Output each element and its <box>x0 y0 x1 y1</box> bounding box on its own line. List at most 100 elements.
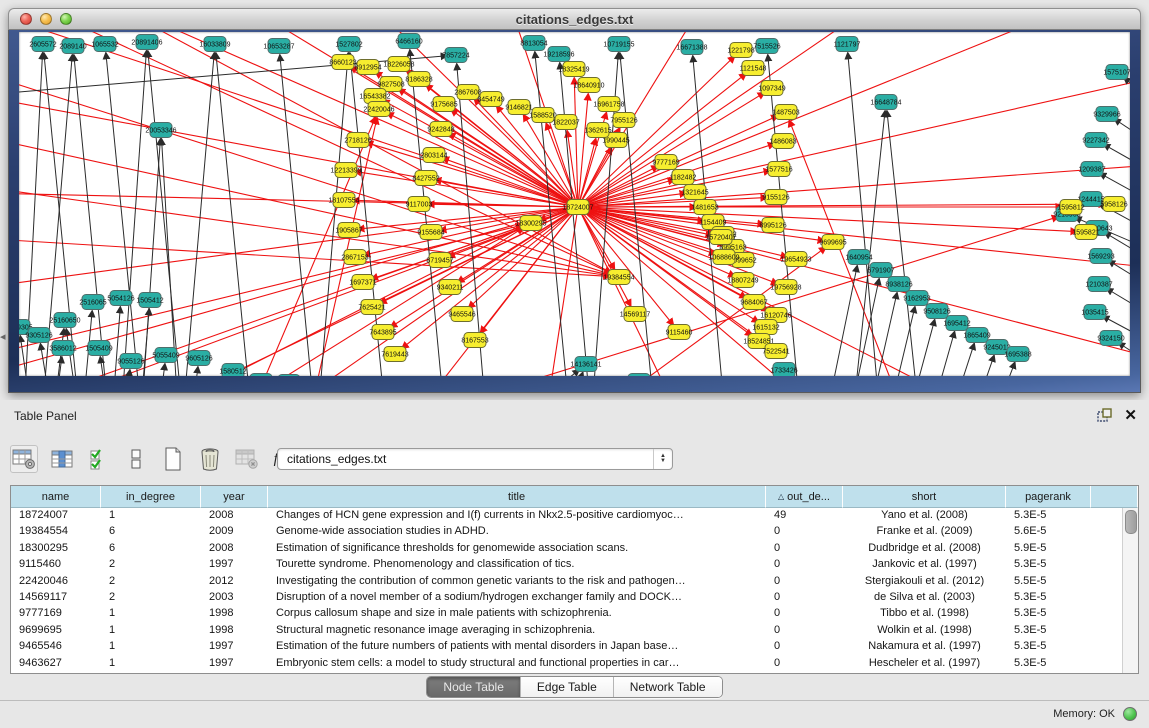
table-row[interactable]: 1830029562008Estimation of significance … <box>11 541 1123 557</box>
graph-node[interactable]: 16671388 <box>676 40 707 55</box>
graph-node[interactable]: 9329966 <box>1093 107 1120 122</box>
graph-node[interactable]: 1035415 <box>1081 305 1108 320</box>
graph-node[interactable]: 1697371 <box>349 275 376 290</box>
column-header-pagerank[interactable]: pagerank <box>1006 486 1091 508</box>
table-row[interactable]: 1938455462009Genome-wide association stu… <box>11 524 1123 540</box>
graph-node[interactable]: 2089140 <box>59 39 86 54</box>
graph-node[interactable]: 18107554 <box>328 193 359 208</box>
float-panel-icon[interactable] <box>1097 408 1112 423</box>
table-row[interactable]: 946554611997Estimation of the future num… <box>11 639 1123 655</box>
graph-node[interactable]: 10653287 <box>263 39 294 54</box>
graph-node[interactable]: 1097349 <box>758 81 785 96</box>
attribute-select-icon[interactable] <box>86 446 112 472</box>
graph-node[interactable]: 1210387 <box>1085 277 1112 292</box>
graph-node[interactable]: 8719457 <box>426 253 453 268</box>
column-header-in_degree[interactable]: in_degree <box>101 486 201 508</box>
graph-node[interactable]: 1865409 <box>963 328 990 343</box>
graph-node[interactable]: 9465546 <box>448 307 475 322</box>
graph-node[interactable]: 1121797 <box>834 37 861 52</box>
graph-node[interactable]: 8813054 <box>520 36 547 51</box>
graph-node[interactable]: 19218596 <box>543 47 574 62</box>
table-row[interactable]: 977716911998Corpus callosum shape and si… <box>11 606 1123 622</box>
graph-node[interactable]: 8912954 <box>354 60 381 75</box>
graph-node[interactable]: 1487503 <box>772 105 799 120</box>
graph-node[interactable]: 18640910 <box>573 78 604 93</box>
table-scrollbar-thumb[interactable] <box>1125 510 1137 534</box>
graph-node[interactable]: 14569117 <box>620 307 651 322</box>
graph-node[interactable]: 1569293 <box>1087 249 1114 264</box>
graph-node[interactable]: 1182482 <box>670 170 697 185</box>
graph-node[interactable]: 9463627 <box>625 374 652 377</box>
graph-node[interactable]: 1615132 <box>752 320 779 335</box>
graph-node[interactable]: 7625421 <box>358 300 385 315</box>
graph-node[interactable]: 9175685 <box>430 97 457 112</box>
graph-node[interactable]: 9227342 <box>1082 133 1109 148</box>
graph-node[interactable]: 2605572 <box>29 37 56 52</box>
graph-node[interactable]: 8938126 <box>885 277 912 292</box>
graph-node[interactable]: 19756928 <box>770 280 801 295</box>
close-panel-icon[interactable]: ✕ <box>1124 408 1137 423</box>
graph-node[interactable]: 18325419 <box>558 62 589 77</box>
tab-network-table[interactable]: Network Table <box>614 677 722 697</box>
graph-node[interactable]: 1209387 <box>1078 162 1105 177</box>
table-row[interactable]: 1872400712008Changes of HCN gene express… <box>11 508 1123 524</box>
graph-node[interactable]: 1321645 <box>681 185 708 200</box>
graph-node[interactable]: 9777169 <box>652 155 679 170</box>
graph-node[interactable]: 1505409 <box>85 341 112 356</box>
import-table-icon[interactable] <box>234 446 260 472</box>
table-row[interactable]: 1456911722003Disruption of a novel membe… <box>11 590 1123 606</box>
graph-node[interactable]: 3586012 <box>49 341 76 356</box>
graph-node[interactable]: 9340211 <box>437 280 464 295</box>
graph-node[interactable]: 1121548 <box>740 61 767 76</box>
graph-node[interactable]: 16961758 <box>593 97 624 112</box>
graph-node[interactable]: 2803144 <box>420 148 447 163</box>
graph-node[interactable]: 5054126 <box>107 291 134 306</box>
graph-node[interactable]: 8660123 <box>329 55 356 70</box>
window-titlebar[interactable]: citations_edges.txt <box>8 8 1141 30</box>
table-row[interactable]: 946362711997Embryonic stem cells: a mode… <box>11 656 1123 672</box>
graph-node[interactable]: 6466160 <box>395 34 422 49</box>
graph-node[interactable]: 7619443 <box>381 347 408 362</box>
delete-table-icon[interactable] <box>197 446 223 472</box>
graph-node[interactable]: 7643895 <box>369 325 396 340</box>
column-header-year[interactable]: year <box>201 486 268 508</box>
graph-node[interactable]: 1481653 <box>691 200 718 215</box>
graph-node[interactable]: 7955126 <box>610 113 637 128</box>
graph-node[interactable]: 1362615 <box>584 123 611 138</box>
graph-node[interactable]: 22420046 <box>363 102 394 117</box>
graph-node[interactable]: 1640954 <box>845 250 872 265</box>
table-scrollbar[interactable] <box>1122 508 1138 673</box>
network-canvas[interactable]: 2605572208914010655322089140616033809106… <box>19 32 1130 376</box>
graph-node[interactable]: 9805126 <box>275 375 302 377</box>
graph-node[interactable]: 16033809 <box>199 37 230 52</box>
graph-node[interactable]: 10688609 <box>708 250 739 265</box>
graph-node[interactable]: 1580512 <box>219 364 246 377</box>
column-header-out_de...[interactable]: △out_de... <box>766 486 843 508</box>
graph-node[interactable]: 1905867 <box>335 223 362 238</box>
panel-collapse-arrow[interactable]: ◂ <box>0 330 6 343</box>
graph-node[interactable]: 1575107 <box>1103 65 1130 80</box>
graph-node[interactable]: 18300295 <box>515 216 546 231</box>
graph-node[interactable]: 6791907 <box>867 263 894 278</box>
graph-node[interactable]: 1486083 <box>769 134 796 149</box>
graph-node[interactable]: 9324150 <box>1097 331 1124 346</box>
graph-node[interactable]: 9155684 <box>417 225 444 240</box>
graph-node[interactable]: 9305126 <box>25 328 52 343</box>
graph-node[interactable]: 9155126 <box>762 190 789 205</box>
graph-node[interactable]: 1595812 <box>1057 200 1084 215</box>
graph-node[interactable]: 16648784 <box>870 95 901 110</box>
memory-status-icon[interactable] <box>1123 707 1137 721</box>
graph-node[interactable]: 7522541 <box>762 344 789 359</box>
graph-node[interactable]: 7515526 <box>753 39 780 54</box>
column-header-name[interactable]: name <box>11 486 101 508</box>
graph-node[interactable]: 14136141 <box>570 357 601 372</box>
tab-node-table[interactable]: Node Table <box>427 677 521 697</box>
graph-node[interactable]: 10719155 <box>603 37 634 52</box>
graph-node[interactable]: 2718126 <box>344 133 371 148</box>
graph-node[interactable]: 1695412 <box>943 316 970 331</box>
graph-node[interactable]: 2867153 <box>341 250 368 265</box>
graph-node[interactable]: 1595821 <box>1072 225 1099 240</box>
graph-node[interactable]: 8167553 <box>461 333 488 348</box>
graph-node[interactable]: 19384554 <box>603 270 634 285</box>
graph-node[interactable]: 18226058 <box>383 57 414 72</box>
